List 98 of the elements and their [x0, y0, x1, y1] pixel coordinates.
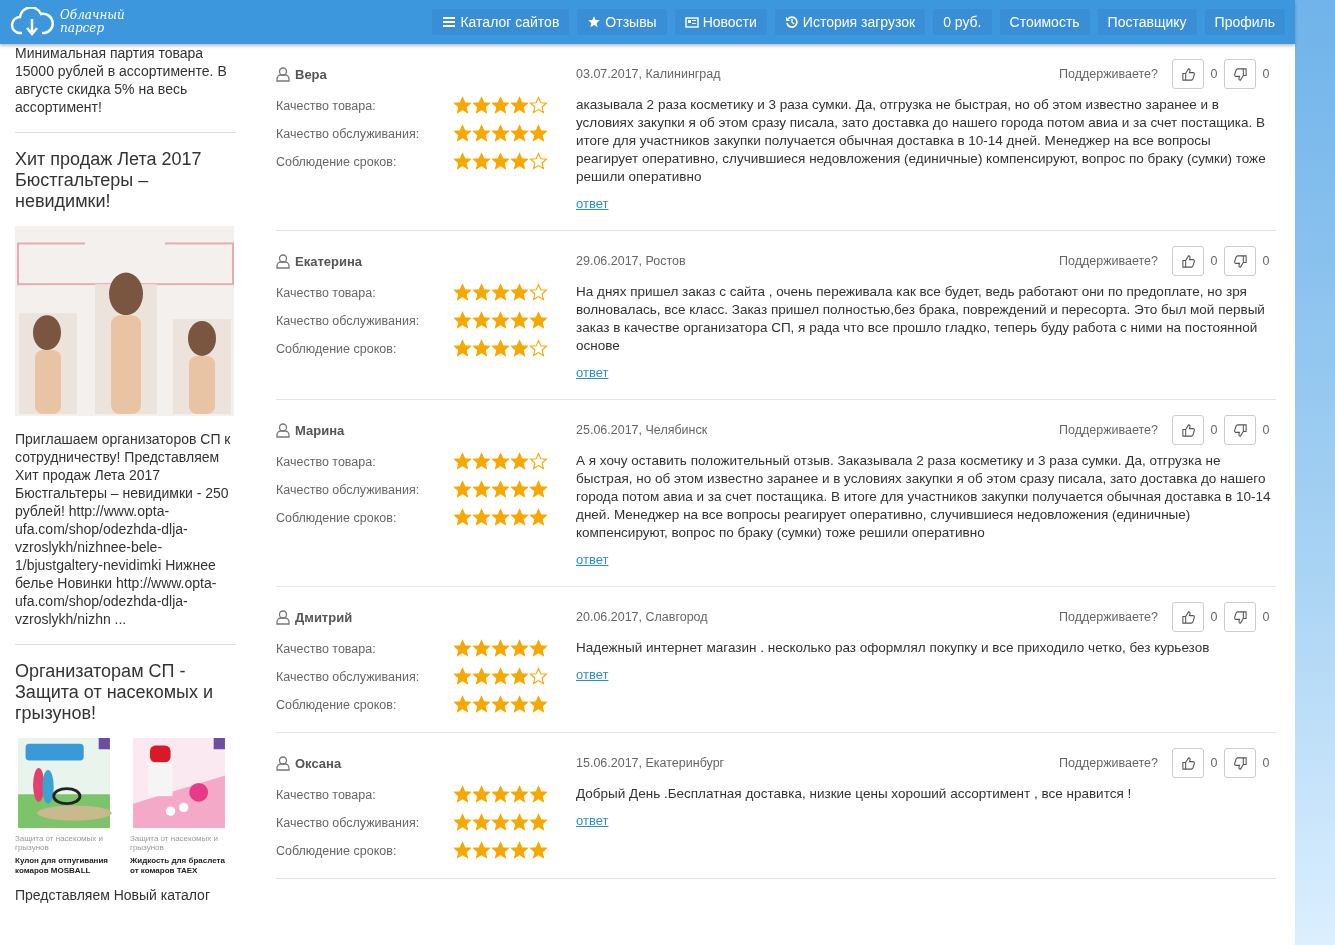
- user-icon: [276, 66, 290, 82]
- star-icon: [587, 15, 602, 29]
- user-icon: [276, 422, 290, 438]
- like-count: 0: [1209, 756, 1219, 770]
- reply-link[interactable]: ответ: [576, 196, 609, 211]
- like-count: 0: [1209, 423, 1219, 437]
- thumbs-up-icon: [1180, 66, 1196, 82]
- logo-text: Облачный парсер: [60, 9, 122, 35]
- review-date: 03.07.2017, Калининград: [576, 67, 721, 81]
- thumbs-down-icon: [1232, 66, 1248, 82]
- dislike-count: 0: [1261, 423, 1271, 437]
- dislike-button[interactable]: [1224, 602, 1256, 632]
- rating-label: Качество товара:: [276, 641, 377, 656]
- reply-link[interactable]: ответ: [576, 552, 609, 567]
- like-count: 0: [1209, 67, 1219, 81]
- newspaper-icon: [684, 15, 699, 29]
- reply-link[interactable]: ответ: [576, 667, 609, 682]
- review-text: Надежный интернет магазин . несколько раз оформлял покупку и все приходило четко, без курьезов: [576, 639, 1211, 657]
- nav-item[interactable]: Новости: [674, 9, 767, 35]
- thumbs-up-icon: [1180, 609, 1196, 625]
- product-category: Защита от насекомых и грызунов: [15, 834, 105, 852]
- dislike-count: 0: [1261, 610, 1271, 624]
- dislike-button[interactable]: [1224, 246, 1256, 276]
- rating-label: Соблюдение сроков:: [276, 510, 398, 525]
- promo-text: Приглашаем организаторов СП к сотрудничеству! Представляем Хит продаж Лета 2017 Бюстгальтеры – невидимки - 250 рублей! http://www.opta-ufa.com/shop/odezhda-dlja-vzroslykh/nizhnee-bele-1/bjustgaltery-nevidimki Нижнее белье Новинки http://www.opta-ufa.com/shop/odezhda-dlja-vzroslykh/nizhn ...: [15, 430, 232, 628]
- rating-label: Соблюдение сроков:: [276, 341, 398, 356]
- rating-label: Качество обслуживания:: [276, 669, 421, 684]
- rating-label: Качество товара:: [276, 454, 377, 469]
- thumbs-down-icon: [1232, 755, 1248, 771]
- nav-item[interactable]: История загрузок: [774, 9, 926, 35]
- nav-item[interactable]: Отзывы: [577, 9, 667, 35]
- promo-text: Представляем Новый каталог: [15, 886, 211, 904]
- thumbs-up-icon: [1180, 755, 1196, 771]
- thumbs-down-icon: [1232, 609, 1248, 625]
- rating-label: Качество обслуживания:: [276, 313, 421, 328]
- review-date: 25.06.2017, Челябинск: [576, 423, 708, 437]
- product-title[interactable]: Жидкость для браслета от комаров TAEX: [130, 856, 235, 876]
- nav-item[interactable]: 0 руб.: [933, 9, 992, 35]
- support-label: Поддерживаете?: [1059, 756, 1158, 770]
- rating-label: Соблюдение сроков:: [276, 843, 398, 858]
- review-text: Добрый День .Бесплатная доставка, низкие цены хороший ассортимент , все нравится !: [576, 785, 1133, 803]
- reviewer-name: Дмитрий: [295, 609, 353, 625]
- thumbs-down-icon: [1232, 253, 1248, 269]
- cloud-download-icon: [10, 7, 54, 37]
- support-label: Поддерживаете?: [1059, 610, 1158, 624]
- product-category: Защита от насекомых и грызунов: [130, 834, 220, 852]
- user-icon: [276, 609, 290, 625]
- nav-item[interactable]: Поставщику: [1097, 9, 1197, 35]
- review-text: А я хочу оставить положительный отзыв. Заказывала 2 раза косметику и 3 раза сумки. Да, отгрузка не быстрая, но об этом известно заранее и в условиях закупки я об этом сразу писала, зато доставка до нашего города потом авиа и за счет постащика. В итоге для участников закупки получается обычная доставка в 10-14 дней. Менеджер на все вопросы реагирует оперативно, случившиеся недовложения (единичные) компенсируют, вопрос по браку (сумки) тоже решили оперативно: [576, 452, 1272, 542]
- reviewer-name: Оксана: [295, 755, 342, 771]
- promo-heading: Хит продаж Лета 2017 Бюстгальтеры – невидимки!: [15, 149, 203, 212]
- review-date: 29.06.2017, Ростов: [576, 254, 686, 268]
- reply-link[interactable]: ответ: [576, 813, 609, 828]
- menu-icon: [442, 15, 457, 29]
- support-label: Поддерживаете?: [1059, 67, 1158, 81]
- dislike-button[interactable]: [1224, 748, 1256, 778]
- like-button[interactable]: [1172, 59, 1204, 89]
- rating-label: Качество товара:: [276, 285, 377, 300]
- review-text: На днях пришел заказ с сайта , очень переживала как все будет, ведь работают они по предоплате, но зря волновалась, все класс. Заказ пришел полностью,без брака, повреждений и пересорта. Это был мой первый заказ в качестве организатора СП, я рада что все прошло гладко, теперь буду работа с ними на постоянной основе: [576, 283, 1266, 355]
- dislike-count: 0: [1261, 756, 1271, 770]
- like-button[interactable]: [1172, 748, 1204, 778]
- user-icon: [276, 253, 290, 269]
- review-date: 15.06.2017, Екатеринбург: [576, 756, 725, 770]
- like-count: 0: [1209, 610, 1219, 624]
- user-icon: [276, 755, 290, 771]
- rating-label: Соблюдение сроков:: [276, 154, 398, 169]
- promo-heading: Организаторам СП - Защита от насекомых и грызунов!: [15, 661, 215, 724]
- like-button[interactable]: [1172, 602, 1204, 632]
- thumbs-up-icon: [1180, 253, 1196, 269]
- product-title[interactable]: Кулон для отпугивания комаров MOSBALL: [15, 856, 120, 876]
- dislike-count: 0: [1261, 254, 1271, 268]
- history-icon: [784, 15, 799, 29]
- reviewer-name: Марина: [295, 422, 345, 438]
- reviewer-name: Екатерина: [295, 253, 363, 269]
- like-count: 0: [1209, 254, 1219, 268]
- rating-label: Качество товара:: [276, 787, 377, 802]
- rating-label: Соблюдение сроков:: [276, 697, 398, 712]
- thumbs-up-icon: [1180, 422, 1196, 438]
- support-label: Поддерживаете?: [1059, 423, 1158, 437]
- review-text: аказывала 2 раза косметику и 3 раза сумки. Да, отгрузка не быстрая, но об этом известно заранее и в условиях закупки я об этом сразу писала, зато доставка до нашего города потом авиа и за счет постащика. В итоге для участников закупки получается обычная доставка в 10-14 дней. Менеджер на все вопросы реагирует оперативно, случившиеся недовложения (единичные) компенсируют, вопрос по браку (сумки) тоже решили оперативно: [576, 96, 1267, 186]
- dislike-button[interactable]: [1224, 59, 1256, 89]
- review-date: 20.06.2017, Славгород: [576, 610, 708, 624]
- dislike-button[interactable]: [1224, 415, 1256, 445]
- rating-label: Качество обслуживания:: [276, 126, 421, 141]
- nav-item[interactable]: Профиль: [1204, 9, 1285, 35]
- reply-link[interactable]: ответ: [576, 365, 609, 380]
- rating-label: Качество товара:: [276, 98, 377, 113]
- thumbs-down-icon: [1232, 422, 1248, 438]
- rating-label: Качество обслуживания:: [276, 815, 421, 830]
- like-button[interactable]: [1172, 246, 1204, 276]
- support-label: Поддерживаете?: [1059, 254, 1158, 268]
- reviewer-name: Вера: [295, 66, 327, 82]
- nav-item[interactable]: Стоимость: [999, 9, 1090, 35]
- dislike-count: 0: [1261, 67, 1271, 81]
- nav-item[interactable]: Каталог сайтов: [432, 9, 570, 35]
- rating-label: Качество обслуживания:: [276, 482, 421, 497]
- like-button[interactable]: [1172, 415, 1204, 445]
- promo-text: Минимальная партия товара 15000 рублей в ассортименте. В августе скидка 5% на весь ассортимент!: [15, 44, 228, 116]
